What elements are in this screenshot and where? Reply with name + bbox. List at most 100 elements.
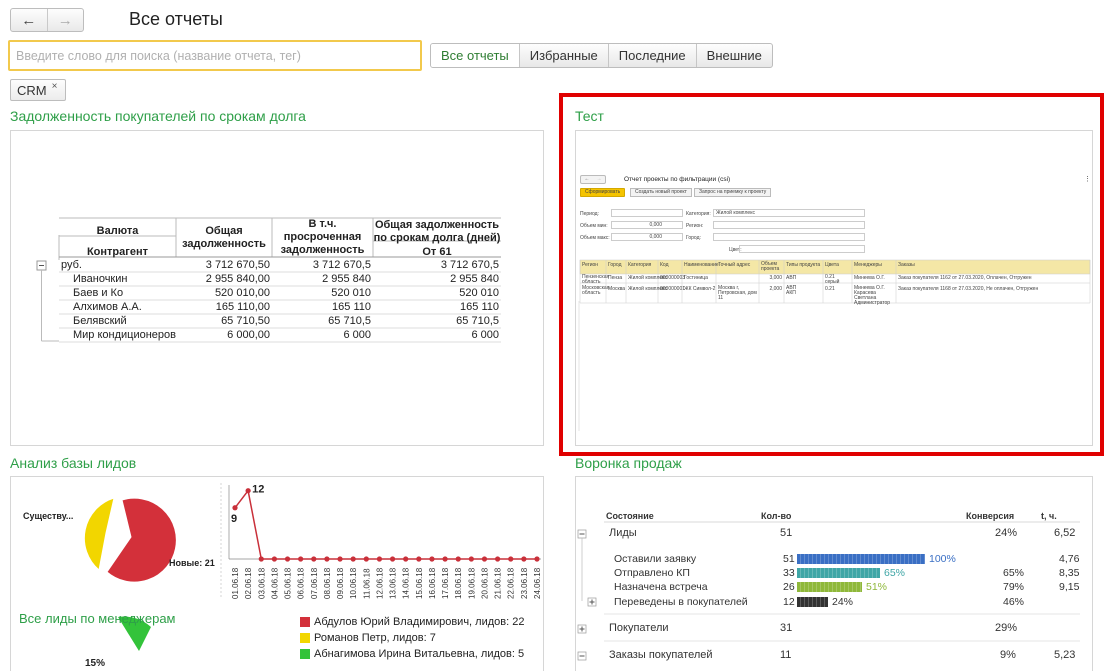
- stage-bar: [797, 568, 880, 578]
- back-button[interactable]: ←: [11, 9, 47, 31]
- stage-percent: 24%: [832, 596, 854, 608]
- stage-count: 51: [783, 553, 795, 565]
- table-row-name: Белявский: [73, 315, 127, 327]
- table-row-name: Иваночкин: [73, 273, 128, 285]
- table-row-d61: 520 010: [459, 287, 499, 299]
- managers-legend: Абдулов Юрий Владимирович, лидов: 22 Ром…: [300, 614, 524, 662]
- group-conversion: 9%: [1000, 649, 1016, 661]
- x-tick-label: 04.06.18: [270, 567, 279, 599]
- legend-label: Романов Петр, лидов: 7: [314, 632, 436, 644]
- col-total: Общая задолженность: [182, 225, 266, 250]
- x-tick-label: 09.06.18: [336, 567, 345, 599]
- search-box[interactable]: [8, 40, 422, 71]
- pie2-label: 15%: [85, 658, 106, 669]
- table-row-d61: 2 955 840: [450, 273, 499, 285]
- stage-conversion: 79%: [1003, 581, 1025, 593]
- col-state: Состояние: [606, 511, 654, 521]
- data-point: [298, 556, 304, 562]
- x-tick-label: 19.06.18: [467, 567, 476, 599]
- x-tick-label: 17.06.18: [441, 567, 450, 599]
- tab-recent[interactable]: Последние: [607, 44, 696, 67]
- col-time: t, ч.: [1041, 511, 1057, 521]
- x-tick-label: 10.06.18: [349, 567, 358, 599]
- x-tick-label: 14.06.18: [402, 567, 411, 599]
- data-point: [258, 556, 264, 562]
- arrow-left-icon: ←: [21, 11, 37, 29]
- data-point: [495, 556, 501, 562]
- data-label: 12: [252, 484, 264, 496]
- data-point: [363, 556, 369, 562]
- legend-item: Романов Петр, лидов: 7: [300, 630, 524, 646]
- table-row-name: Мир кондиционеров: [73, 329, 177, 341]
- x-tick-label: 15.06.18: [415, 567, 424, 599]
- tag-filter-crm[interactable]: CRM ×: [10, 79, 67, 101]
- series-line: [234, 488, 537, 560]
- table-row-name: руб.: [61, 259, 82, 271]
- tab-external[interactable]: Внешние: [695, 44, 772, 67]
- group-time: 6,52: [1054, 527, 1076, 539]
- pie-label-existing: Существу...: [23, 511, 74, 521]
- x-tick-label: 06.06.18: [297, 567, 306, 599]
- data-point: [350, 556, 356, 562]
- data-point: [271, 556, 277, 562]
- col-counterparty: Контрагент: [86, 246, 149, 258]
- close-icon[interactable]: ×: [52, 81, 58, 92]
- legend-swatch: [300, 633, 310, 643]
- table-row-total: 6 000,00: [227, 329, 270, 341]
- table-row-d61: 6 000: [471, 329, 499, 341]
- group-name: Покупатели: [609, 622, 669, 634]
- stage-percent: 65%: [884, 567, 906, 579]
- stage-time: 9,15: [1059, 581, 1080, 593]
- table-row-overdue: 165 110: [332, 301, 371, 313]
- report-preview-funnel[interactable]: Состояние Кол-во Конверсия t, ч. Лиды 51…: [575, 476, 1093, 671]
- data-point: [429, 556, 435, 562]
- table-row-d61: 3 712 670,5: [440, 259, 499, 271]
- table-row-d61: 65 710,5: [456, 315, 499, 327]
- selection-highlight: [559, 93, 1104, 456]
- data-point: [337, 556, 343, 562]
- x-tick-label: 21.06.18: [494, 567, 503, 599]
- history-nav: ← →: [10, 8, 84, 32]
- data-point: [311, 556, 317, 562]
- data-point: [508, 556, 514, 562]
- group-conversion: 29%: [995, 622, 1018, 634]
- legend-item: Абнагимова Ирина Витальевна, лидов: 5: [300, 646, 524, 662]
- data-point: [376, 556, 383, 562]
- leads-line-chart: 01.06.18 02.06.18 03.06.18 04.06.18 05.06.18…: [228, 484, 542, 599]
- col-conversion: Конверсия: [966, 511, 1015, 521]
- x-tick-label: 08.06.18: [323, 567, 332, 599]
- report-preview-leads[interactable]: Существу... Новые: 21 01.06.18 02.06.18 03…: [10, 476, 544, 671]
- stage-count: 26: [783, 581, 795, 593]
- table-row-name: Алхимов А.А.: [73, 301, 142, 313]
- report-title-funnel[interactable]: Воронка продаж: [575, 455, 682, 471]
- pie-slice-new: [106, 497, 177, 583]
- table-row-total: 3 712 670,50: [205, 259, 270, 271]
- stage-conversion: 65%: [1003, 567, 1025, 579]
- table-row-overdue: 520 010: [331, 287, 371, 299]
- managers-title: Все лиды по менеджерам: [19, 611, 176, 626]
- report-title-leads[interactable]: Анализ базы лидов: [10, 455, 136, 471]
- page-title: Все отчеты: [129, 9, 223, 29]
- forward-button[interactable]: →: [46, 9, 84, 31]
- stage-time: 4,76: [1059, 553, 1080, 565]
- stage-name: Оставили заявку: [614, 553, 697, 565]
- arrow-right-icon: →: [57, 11, 73, 29]
- x-tick-label: 22.06.18: [507, 567, 516, 599]
- report-preview-debt[interactable]: Валюта Контрагент Общая задолженность В …: [10, 130, 544, 446]
- data-label: 9: [231, 513, 237, 525]
- stage-bar: [797, 554, 925, 564]
- x-tick-label: 03.06.18: [257, 567, 266, 599]
- tab-all-reports[interactable]: Все отчеты: [431, 44, 519, 67]
- search-input[interactable]: [16, 48, 420, 63]
- report-title-debt[interactable]: Задолженность покупателей по срокам долг…: [10, 108, 306, 124]
- x-tick-label: 05.06.18: [284, 567, 293, 599]
- group-count: 31: [780, 622, 793, 634]
- col-currency: Валюта: [96, 225, 139, 237]
- x-tick-label: 13.06.18: [389, 567, 398, 599]
- stage-bar: [797, 597, 828, 607]
- group-name: Лиды: [609, 527, 637, 539]
- tab-favorites[interactable]: Избранные: [518, 44, 608, 67]
- data-point: [468, 556, 474, 562]
- stage-count: 12: [783, 596, 795, 608]
- table-row-overdue: 6 000: [343, 329, 371, 341]
